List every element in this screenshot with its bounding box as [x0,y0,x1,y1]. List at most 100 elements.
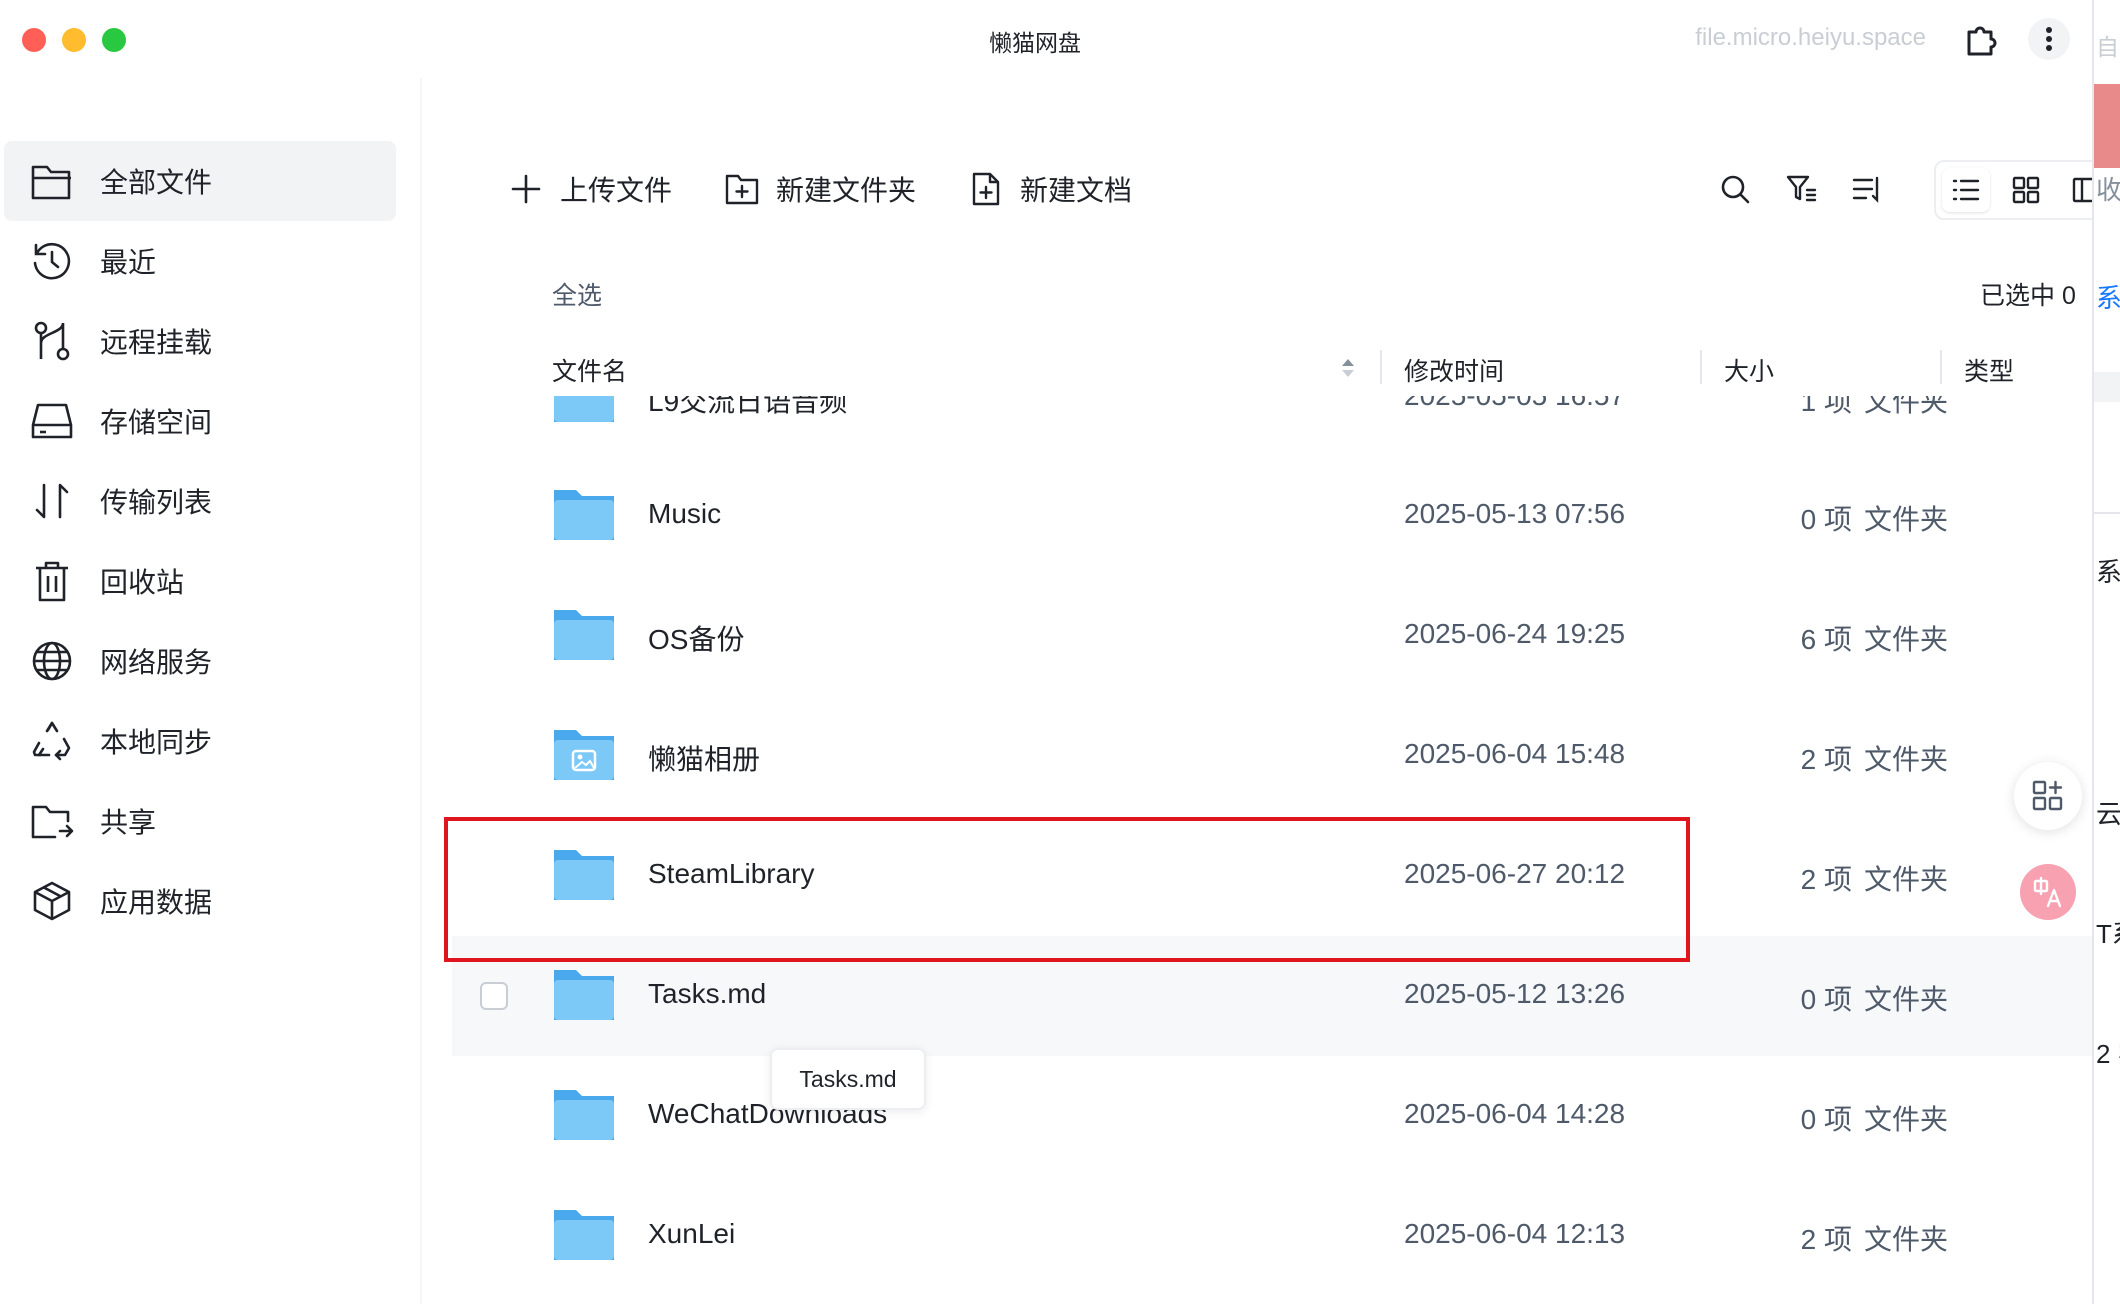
new-document-button[interactable]: 新建文档 [966,165,1132,213]
file-date: 2025-06-04 15:48 [1404,738,1626,769]
table-row[interactable]: XunLei 2025-06-04 12:13 2 项 文件夹 [452,1176,2092,1296]
sidebar: 全部文件 最近 远程挂载 存储空间 传输列表 回收站 网络服务 本地同步 共享 … [0,78,420,1304]
sort-arrows-icon[interactable] [1340,357,1356,384]
upload-button-label: 上传文件 [560,175,673,206]
column-header-size[interactable]: 大小 [1724,352,1774,388]
file-name[interactable]: Music [648,498,721,530]
column-separator[interactable] [1940,350,1942,384]
edge-text-fragment: 自师 [2096,34,2120,60]
file-name[interactable]: Tasks.md [648,978,766,1010]
recycle-sync-icon [30,719,74,763]
new-document-button-label: 新建文档 [1020,175,1133,206]
file-name[interactable]: L9交流日语音频 [648,396,847,420]
column-header-modified[interactable]: 修改时间 [1404,352,1504,388]
column-view-button[interactable] [2062,168,2092,212]
table-row[interactable]: OS备份 2025-06-24 19:25 6 项 文件夹 [452,576,2092,696]
sidebar-item-network-services[interactable]: 网络服务 [4,621,396,701]
file-size: 0 项 [1800,1104,1852,1135]
new-folder-button-label: 新建文件夹 [776,175,917,206]
column-header-name[interactable]: 文件名 [552,352,627,388]
new-folder-button[interactable]: 新建文件夹 [722,165,916,213]
file-type: 文件夹 [1864,984,1949,1015]
sidebar-divider [420,78,422,1304]
sidebar-item-label: 最近 [100,247,157,278]
url-label: file.micro.heiyu.space [1695,24,1926,51]
adjacent-window-red-block [2094,84,2120,168]
file-type: 文件夹 [1864,744,1949,775]
file-name[interactable]: XunLei [648,1218,735,1250]
list-view-button[interactable] [1942,168,1990,212]
sidebar-item-label: 网络服务 [100,647,213,678]
file-name[interactable]: 懒猫相册 [648,738,760,778]
photo-folder-icon [554,730,614,780]
edge-text-fragment: 系约 [2096,557,2120,587]
transfer-icon [30,479,74,523]
sidebar-item-label: 全部文件 [100,167,213,198]
edge-text-fragment: 收 [2096,175,2120,205]
upload-button[interactable]: 上传文件 [506,165,672,213]
file-size: 0 项 [1800,504,1852,535]
sidebar-item-trash[interactable]: 回收站 [4,541,396,621]
table-row[interactable]: 懒猫相册 2025-06-04 15:48 2 项 文件夹 [452,696,2092,816]
folder-icon [554,970,614,1020]
file-date: 2025-06-04 12:13 [1404,1218,1626,1249]
file-name[interactable]: OS备份 [648,618,744,658]
sidebar-item-recent[interactable]: 最近 [4,221,396,301]
file-date: 2025-06-04 14:28 [1404,1098,1626,1129]
sidebar-item-label: 远程挂载 [100,327,213,358]
title-bar: 懒猫网盘 file.micro.heiyu.space [0,0,2092,78]
file-size: 2 项 [1800,744,1852,775]
adjacent-window-gray-block [2094,372,2120,402]
filter-icon[interactable] [1782,170,1820,208]
file-date: 2025-05-12 13:26 [1404,978,1626,1009]
table-row[interactable]: Music 2025-05-13 07:56 0 项 文件夹 [452,456,2092,576]
folder-icon [554,1090,614,1140]
file-date: 2025-06-24 19:25 [1404,618,1626,649]
file-size: 0 项 [1800,984,1852,1015]
folder-icon [554,396,614,422]
folder-icon [554,490,614,540]
file-size: 1 项 [1800,396,1852,417]
sidebar-item-label: 存储空间 [100,407,213,438]
search-icon[interactable] [1716,170,1754,208]
sidebar-item-app-data[interactable]: 应用数据 [4,861,396,941]
table-row[interactable]: L9交流日语音频 2025-05-05 16:57 1 项 文件夹 [452,396,2092,458]
file-type: 文件夹 [1864,864,1949,895]
sidebar-item-local-sync[interactable]: 本地同步 [4,701,396,781]
column-header-type[interactable]: 类型 [1964,352,2014,388]
sidebar-item-label: 应用数据 [100,887,213,918]
table-row[interactable]: WeChatDownloads 2025-06-04 14:28 0 项 文件夹 [452,1056,2092,1176]
selected-count: 已选中 0 [1980,282,2076,310]
column-separator[interactable] [1700,350,1702,384]
sidebar-item-label: 共享 [100,807,157,838]
file-date: 2025-05-13 07:56 [1404,498,1626,529]
grid-view-button[interactable] [2002,168,2050,212]
sidebar-item-transfer[interactable]: 传输列表 [4,461,396,541]
history-icon [30,239,74,283]
select-all-button[interactable]: 全选 [552,276,602,312]
share-folder-icon [30,799,74,843]
translate-icon[interactable] [2020,864,2076,920]
app-grid-add-icon[interactable] [2014,762,2082,830]
file-size: 6 项 [1800,624,1852,655]
file-size: 2 项 [1800,864,1852,895]
globe-icon [30,639,74,683]
folder-icon [554,610,614,660]
file-name-tooltip: Tasks.md [770,1048,926,1110]
column-separator[interactable] [1380,350,1382,384]
highlight-annotation-box [444,817,1690,962]
sidebar-item-label: 回收站 [100,567,185,598]
new-document-icon [966,169,1006,209]
folder-icon [554,1210,614,1260]
sidebar-item-remote-mount[interactable]: 远程挂载 [4,301,396,381]
view-mode-toggle [1934,160,2092,220]
sort-icon[interactable] [1848,170,1886,208]
new-folder-icon [722,169,762,209]
remote-mount-icon [30,319,74,363]
more-menu-icon[interactable] [2028,18,2070,60]
row-checkbox[interactable] [480,982,508,1010]
sidebar-item-storage[interactable]: 存储空间 [4,381,396,461]
extension-puzzle-icon[interactable] [1962,20,2000,58]
sidebar-item-share[interactable]: 共享 [4,781,396,861]
sidebar-item-all-files[interactable]: 全部文件 [4,141,396,221]
